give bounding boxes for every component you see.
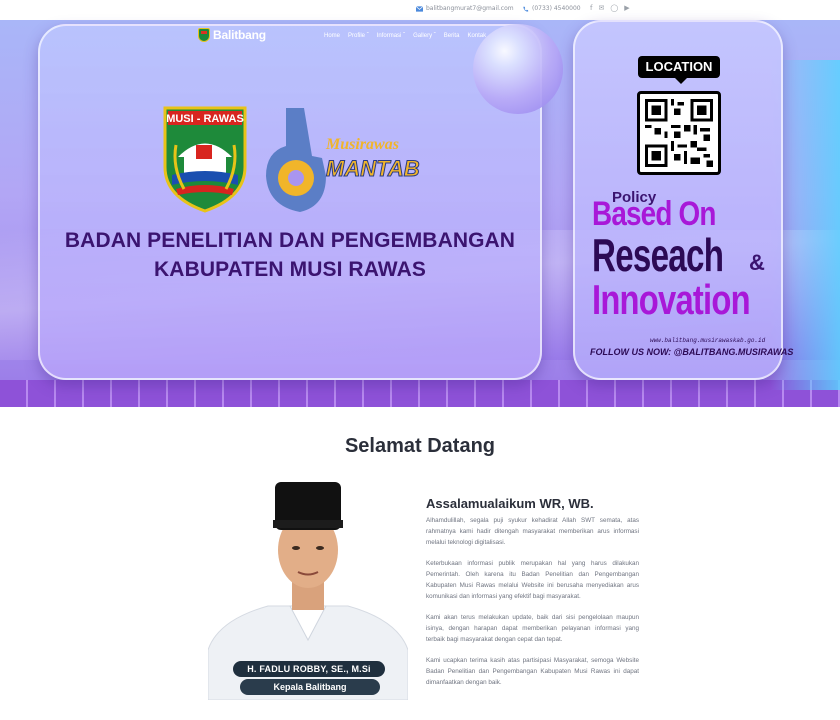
twitter-icon[interactable]: ✉ xyxy=(598,4,604,12)
phone-icon xyxy=(523,6,529,12)
social-links: f ✉ ◯ ▶ xyxy=(590,4,630,12)
chevron-down-icon: ˇ xyxy=(403,33,406,39)
nav-item-informasi[interactable]: Informasi ˇ xyxy=(377,33,405,39)
brand-name: Balitbang xyxy=(213,28,266,42)
qr-code-icon xyxy=(645,99,713,167)
instagram-icon[interactable]: ◯ xyxy=(610,4,618,12)
decorative-sphere xyxy=(473,24,563,114)
location-badge: LOCATION xyxy=(638,56,720,84)
hero-title-line2: KABUPATEN MUSI RAWAS xyxy=(154,258,426,281)
musirawas-mantab-logo: Musirawas MANTAB xyxy=(264,106,424,216)
youtube-icon[interactable]: ▶ xyxy=(624,4,629,12)
chevron-down-icon: ˇ xyxy=(366,33,369,39)
welcome-paragraph-3: Kami akan terus melakukan update, baik d… xyxy=(426,614,639,643)
nav-item-berita[interactable]: Berita xyxy=(444,33,460,39)
welcome-paragraph-1: Alhamdulillah, segala puji syukur kehadi… xyxy=(426,517,639,546)
main-nav: Home Profile ˇ Informasi ˇ Gallery ˇ Ber… xyxy=(324,33,486,39)
poster-innovation: Innovation xyxy=(592,276,751,323)
poster-research: Reseach xyxy=(592,229,724,281)
brand-logo[interactable]: Balitbang xyxy=(198,28,266,42)
welcome-title: Selamat Datang xyxy=(344,435,496,457)
location-qr-code[interactable] xyxy=(637,91,721,175)
chevron-down-icon: ˇ xyxy=(433,33,436,39)
head-name-plate: H. FADLU ROBBY, SE., M.Si xyxy=(233,661,385,677)
poster-follow: FOLLOW US NOW: @BALITBANG.MUSIRAWAS xyxy=(590,347,794,357)
mantab-line2: MANTAB xyxy=(326,156,421,182)
poster-url: www.balitbang.musirawaskab.go.id xyxy=(650,337,766,344)
nav-item-profile[interactable]: Profile ˇ xyxy=(348,33,369,39)
nav-item-home[interactable]: Home xyxy=(324,33,340,39)
hero-floor-grid xyxy=(0,380,840,407)
phone-text: (0733) 4540000 xyxy=(532,5,581,12)
poster-ampersand: & xyxy=(749,250,765,275)
mail-icon xyxy=(416,5,423,12)
phone-contact[interactable]: (0733) 4540000 xyxy=(522,5,581,12)
brand-emblem-icon xyxy=(198,28,210,42)
nav-item-kontak[interactable]: Kontak xyxy=(467,33,486,39)
greeting-heading: Assalamualaikum WR, WB. xyxy=(426,496,594,511)
head-role-plate: Kepala Balitbang xyxy=(240,679,380,695)
facebook-icon[interactable]: f xyxy=(590,4,592,12)
email-contact[interactable]: balitbangmurat7@gmail.com xyxy=(416,5,514,12)
email-text: balitbangmurat7@gmail.com xyxy=(426,5,514,12)
top-bar: balitbangmurat7@gmail.com (0733) 4540000… xyxy=(0,0,840,20)
svg-text:MUSI - RAWAS: MUSI - RAWAS xyxy=(166,113,244,125)
mantab-line1: Musirawas xyxy=(326,136,399,153)
musi-rawas-shield-logo: MUSI - RAWAS xyxy=(163,106,247,213)
welcome-paragraph-2: Keterbukaan informasi publik merupakan h… xyxy=(426,560,639,600)
welcome-paragraph-4: Kami ucapkan terima kasih atas partisipa… xyxy=(426,657,639,686)
hero-title-line1: BADAN PENELITIAN DAN PENGEMBANGAN xyxy=(64,229,516,252)
nav-item-gallery[interactable]: Gallery ˇ xyxy=(413,33,436,39)
